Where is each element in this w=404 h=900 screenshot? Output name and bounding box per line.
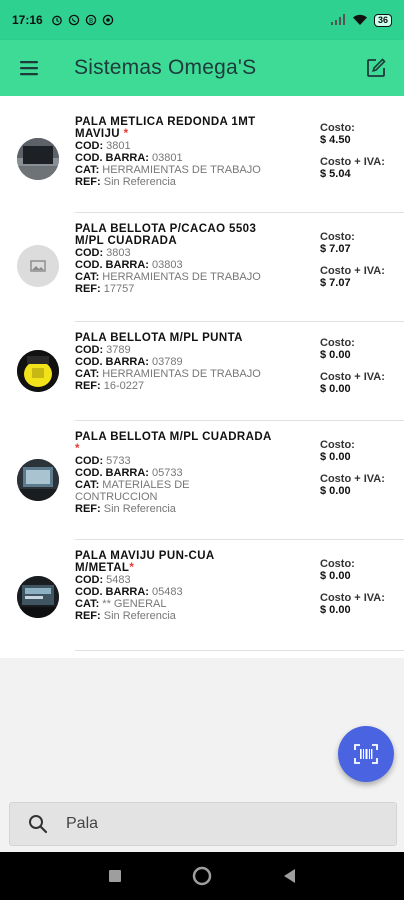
system-nav-bar (0, 852, 404, 900)
product-barcode: 05733 (152, 467, 183, 479)
status-time: 17:16 (12, 13, 43, 27)
product-cost: $ 0.00 (320, 349, 351, 361)
product-barcode: 03801 (152, 152, 183, 164)
whatsapp-icon (68, 14, 79, 26)
back-icon[interactable] (282, 868, 296, 884)
status-bar: 17:16 B 36 (0, 0, 404, 40)
product-cost-iva: $ 7.07 (320, 277, 351, 289)
product-cost-iva: $ 0.00 (320, 383, 351, 395)
menu-button[interactable] (0, 40, 58, 96)
search-icon[interactable] (16, 802, 60, 846)
product-reference: Sin Referencia (103, 503, 176, 515)
list-item[interactable]: PALA BELLOTA M/PL PUNTA COD: 3789 COD. B… (0, 322, 404, 422)
product-photo (17, 138, 59, 180)
product-cost: $ 4.50 (320, 134, 351, 146)
app-bar: Sistemas Omega'S (0, 40, 404, 96)
list-item[interactable]: PALA BELLOTA P/CACAO 5503 M/PL CUADRADA … (0, 213, 404, 323)
product-reference: 17757 (103, 283, 135, 295)
product-category: HERRAMIENTAS DE TRABAJO (102, 164, 261, 176)
search-bar (9, 802, 397, 846)
product-reference: 16-0227 (103, 380, 145, 392)
product-cost: $ 7.07 (320, 243, 351, 255)
whatsapp-business-icon: B (85, 14, 96, 26)
divider (75, 650, 404, 651)
circle-app-icon (102, 14, 113, 26)
product-photo (17, 459, 59, 501)
product-code: 5483 (106, 574, 131, 586)
product-name: PALA BELLOTA M/PL PUNTA (75, 332, 243, 344)
barcode-scan-icon (354, 744, 378, 764)
list-item[interactable]: PALA BELLOTA M/PL CUADRADA * COD: 5733 C… (0, 421, 404, 541)
product-reference: Sin Referencia (103, 610, 176, 622)
product-barcode: 03803 (152, 259, 183, 271)
edit-button[interactable] (348, 40, 404, 96)
edit-icon (367, 58, 386, 77)
product-barcode: 03789 (152, 356, 183, 368)
image-placeholder-icon (17, 245, 59, 287)
product-code: 3803 (106, 247, 131, 259)
hamburger-menu-icon (20, 61, 38, 76)
product-cost: $ 0.00 (320, 451, 351, 463)
alarm-icon (51, 15, 62, 26)
product-cost: $ 0.00 (320, 570, 351, 582)
list-item[interactable]: PALA MAVIJU PUN-CUA M/METAL* COD: 5483 C… (0, 540, 404, 652)
product-name: PALA BELLOTA M/PL CUADRADA * (75, 431, 272, 455)
product-category: HERRAMIENTAS DE TRABAJO (102, 368, 261, 380)
recent-apps-icon[interactable] (108, 869, 122, 883)
product-name: PALA METLICA REDONDA 1MT MAVIJU * (75, 116, 256, 140)
product-code: 5733 (106, 455, 131, 467)
app-title: Sistemas Omega'S (74, 56, 257, 79)
product-reference: Sin Referencia (103, 176, 176, 188)
svg-text:B: B (89, 17, 93, 24)
product-name: PALA MAVIJU PUN-CUA M/METAL* (75, 550, 215, 574)
product-name: PALA BELLOTA P/CACAO 5503 M/PL CUADRADA (75, 223, 257, 247)
product-photo (17, 350, 59, 392)
signal-icon (330, 14, 345, 25)
scan-barcode-button[interactable] (338, 726, 394, 782)
product-barcode: 05483 (152, 586, 183, 598)
wifi-icon (352, 14, 367, 25)
product-cost-iva: $ 0.00 (320, 485, 351, 497)
product-code: 3789 (106, 344, 131, 356)
product-cost-iva: $ 0.00 (320, 604, 351, 616)
product-photo (17, 576, 59, 618)
list-item[interactable]: PALA METLICA REDONDA 1MT MAVIJU * COD: 3… (0, 96, 404, 214)
battery-icon: 36 (373, 13, 392, 27)
product-photo (17, 245, 59, 287)
product-category: HERRAMIENTAS DE TRABAJO (102, 271, 261, 283)
home-icon[interactable] (192, 866, 212, 886)
product-list: PALA METLICA REDONDA 1MT MAVIJU * COD: 3… (0, 96, 404, 658)
product-category: ** GENERAL (102, 598, 167, 610)
search-input[interactable] (66, 815, 366, 833)
product-code: 3801 (106, 140, 131, 152)
product-cost-iva: $ 5.04 (320, 168, 351, 180)
